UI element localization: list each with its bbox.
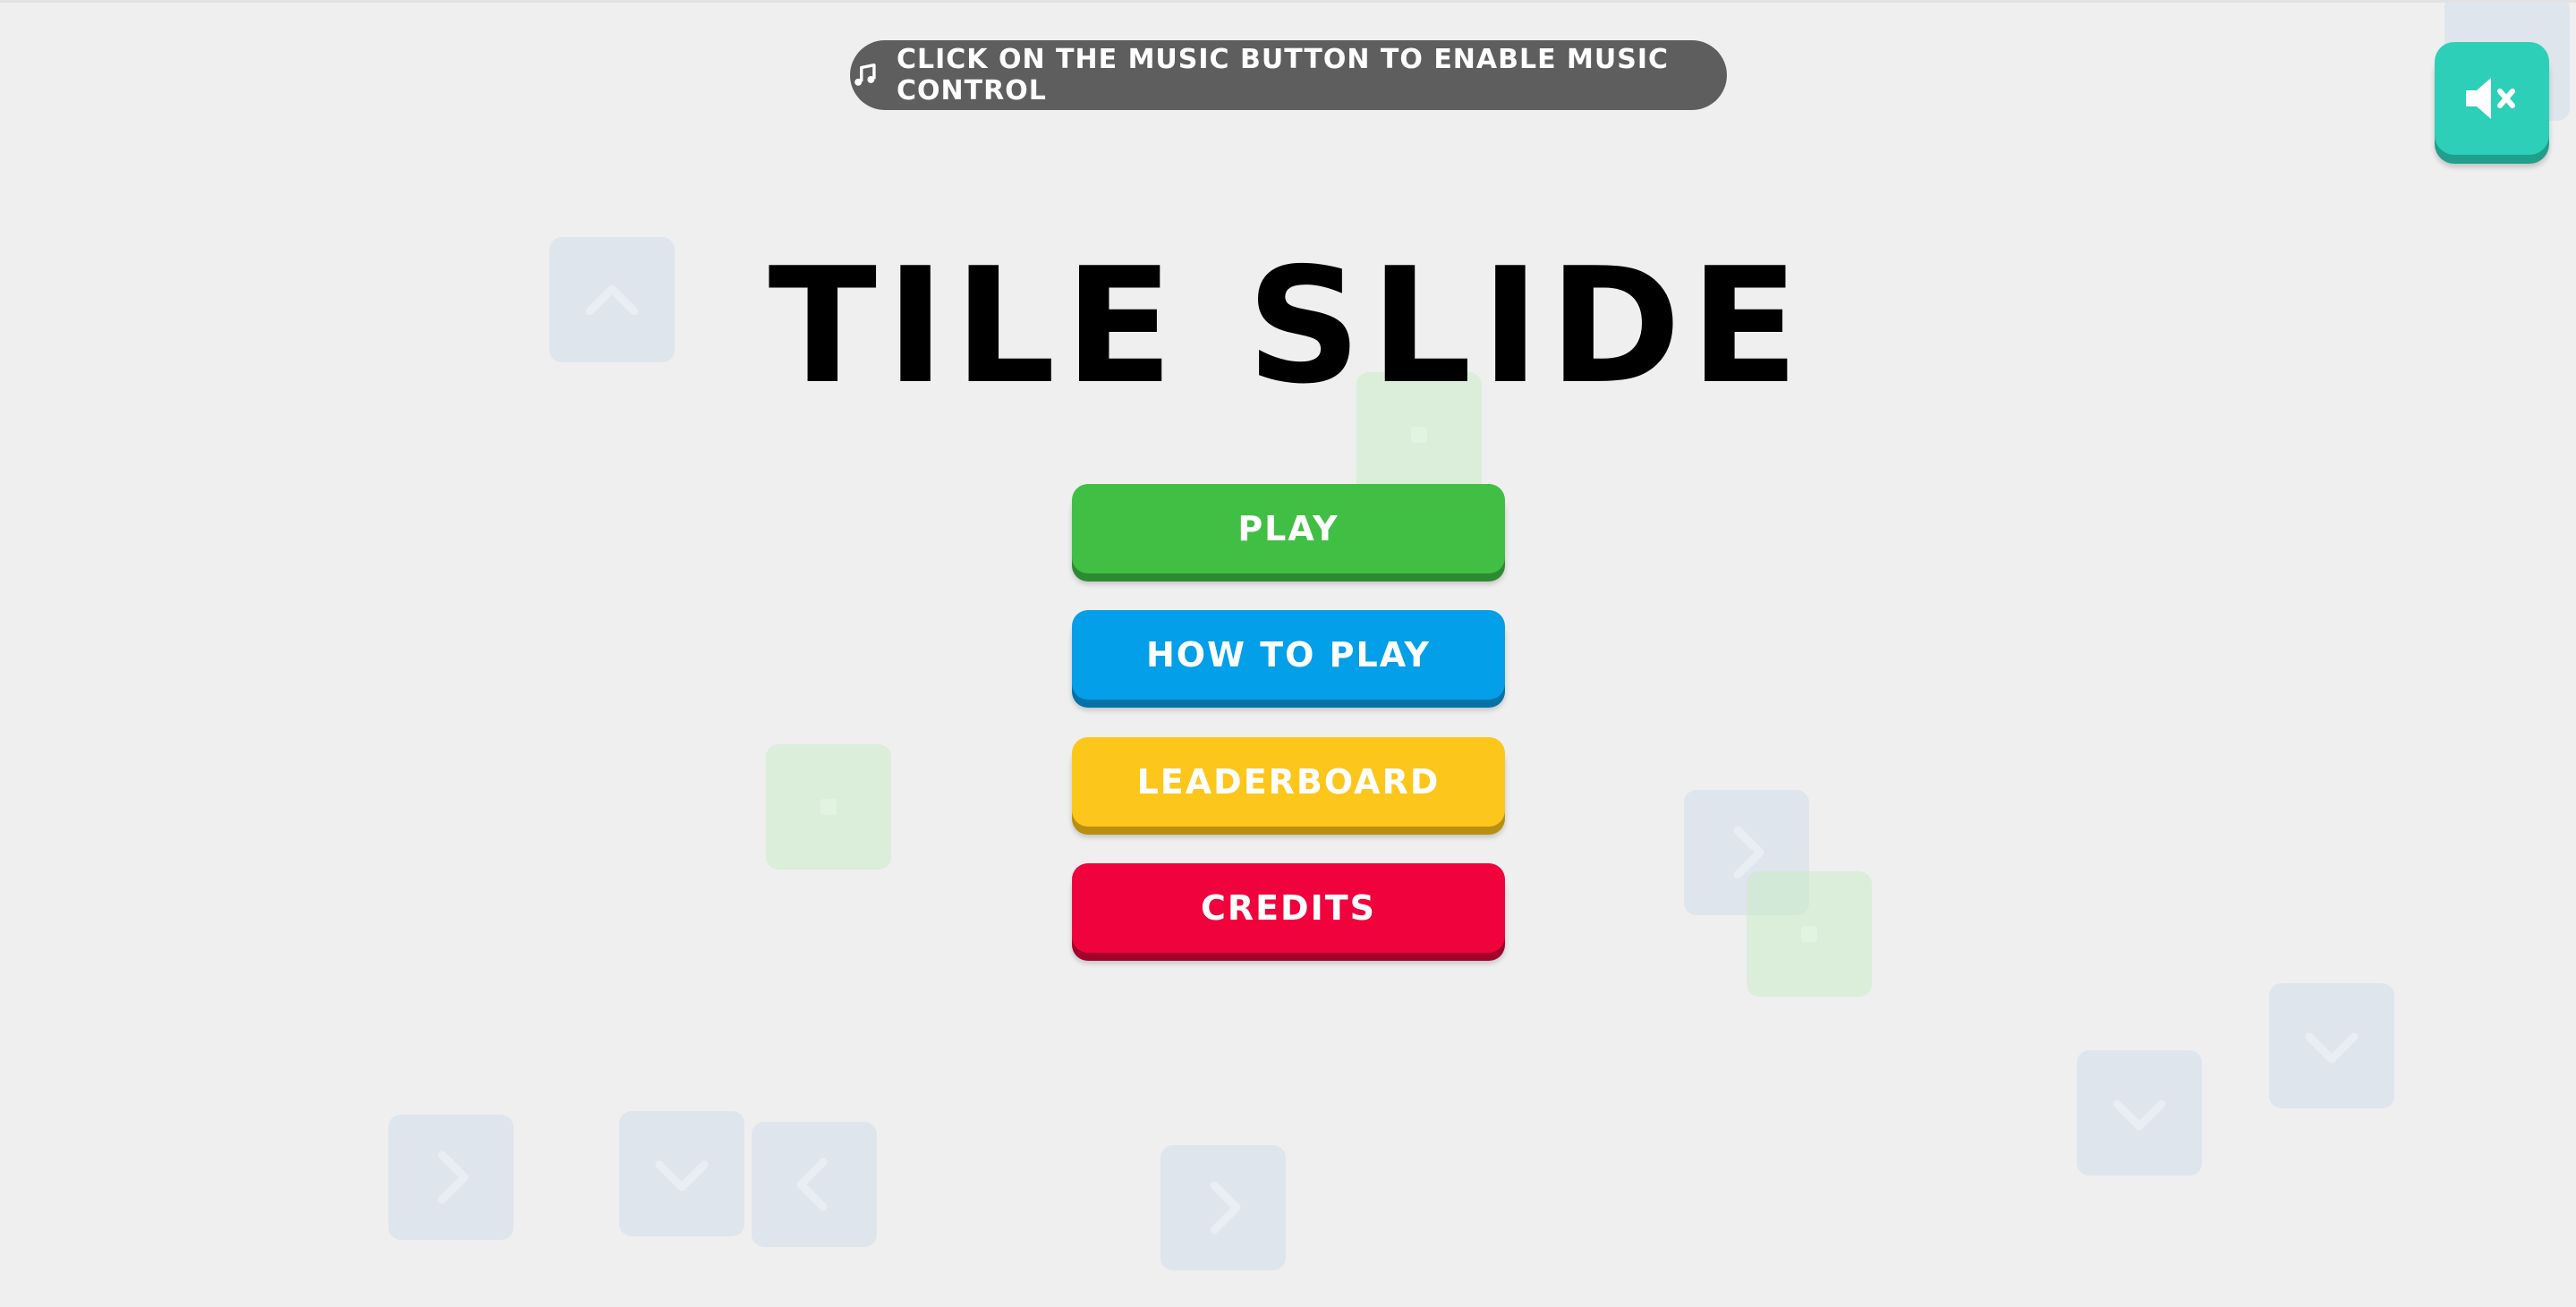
music-notice-text: CLICK ON THE MUSIC BUTTON TO ENABLE MUSI…: [897, 44, 1670, 106]
bg-tile-left: [752, 1122, 877, 1247]
speaker-muted-icon: [2466, 78, 2515, 119]
game-menu-screen: CLICK ON THE MUSIC BUTTON TO ENABLE MUSI…: [0, 0, 2576, 1307]
play-button[interactable]: PLAY: [1072, 484, 1505, 573]
bg-tile-dot: [766, 744, 891, 870]
bg-tile-down: [2269, 983, 2394, 1108]
dot-icon: [1801, 926, 1817, 942]
dot-icon: [820, 799, 837, 815]
bg-tile-dot: [1747, 871, 1872, 997]
chevron-right-icon: [438, 1150, 469, 1204]
music-notice-banner: CLICK ON THE MUSIC BUTTON TO ENABLE MUSI…: [850, 40, 1727, 110]
chevron-down-icon: [2305, 1032, 2359, 1064]
bg-tile-down: [2077, 1050, 2202, 1175]
how-to-play-button[interactable]: HOW TO PLAY: [1072, 610, 1505, 700]
game-title: TILE SLIDE: [768, 233, 1808, 419]
music-note-icon: [850, 60, 880, 90]
chevron-left-icon: [796, 1158, 828, 1211]
music-toggle-button[interactable]: [2435, 42, 2549, 155]
leaderboard-button[interactable]: LEADERBOARD: [1072, 737, 1505, 827]
bg-tile-right: [1160, 1145, 1286, 1270]
chevron-right-icon: [1210, 1181, 1241, 1235]
chevron-down-icon: [655, 1160, 709, 1192]
credits-button[interactable]: CREDITS: [1072, 863, 1505, 953]
chevron-down-icon: [2113, 1099, 2166, 1131]
bg-tile-down: [619, 1111, 744, 1236]
bg-tile-right: [388, 1115, 514, 1240]
